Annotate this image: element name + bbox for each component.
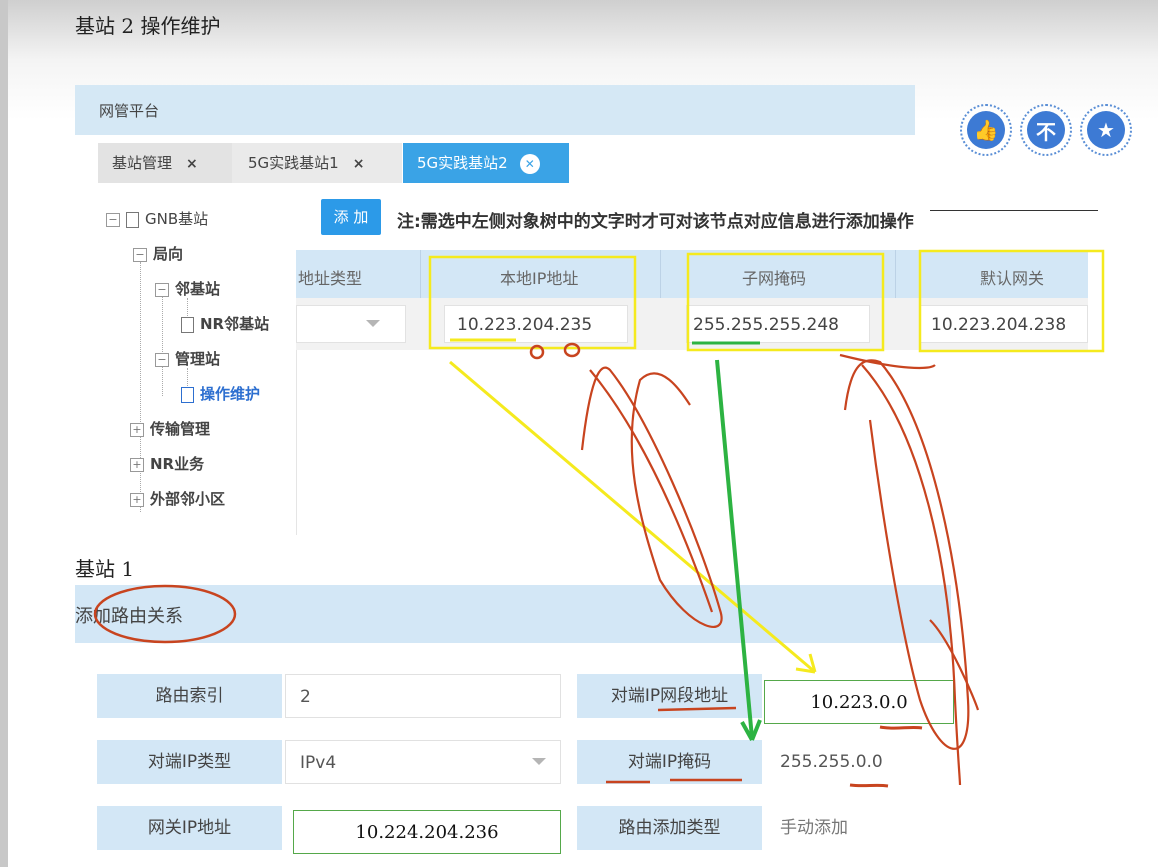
- tab-base-station-management[interactable]: 基站管理 ×: [98, 143, 232, 183]
- tree-node-operation-maintenance[interactable]: 操作维护: [181, 383, 260, 404]
- dislike-button[interactable]: 不: [1020, 104, 1072, 156]
- window-frame-edge: [0, 0, 8, 867]
- tree-label: NR邻基站: [200, 315, 270, 333]
- col-default-gateway: 默认网关: [980, 269, 1045, 288]
- tree-label: NR业务: [150, 455, 205, 473]
- favorite-button[interactable]: ★: [1080, 104, 1132, 156]
- expand-icon[interactable]: +: [130, 492, 144, 507]
- not-icon: 不: [1027, 111, 1065, 149]
- route-index-label: 路由索引: [97, 674, 282, 718]
- close-icon[interactable]: ×: [186, 156, 198, 172]
- close-icon[interactable]: ✕: [519, 153, 540, 174]
- tree-label: 外部邻小区: [150, 490, 226, 508]
- document-icon: [126, 211, 139, 228]
- doc-title: 基站 2 操作维护: [75, 14, 221, 38]
- local-ip-input[interactable]: 10.223.204.235: [444, 305, 628, 343]
- peer-ip-type-select[interactable]: IPv4: [285, 740, 561, 784]
- gateway-ip-label: 网关IP地址: [97, 806, 282, 850]
- tab-5g-station-1[interactable]: 5G实践基站1 ×: [232, 143, 402, 183]
- document-icon: [181, 316, 194, 333]
- document-icon: [181, 386, 194, 403]
- close-icon[interactable]: ×: [353, 156, 365, 172]
- tree-node-external-neighbor-cell[interactable]: + 外部邻小区: [130, 488, 225, 509]
- expand-icon[interactable]: +: [130, 457, 144, 472]
- tree-node-transport[interactable]: + 传输管理: [130, 418, 210, 439]
- subnet-mask-input[interactable]: 255.255.255.248: [686, 305, 870, 343]
- tab-label: 基站管理: [112, 154, 173, 172]
- collapse-icon[interactable]: −: [155, 352, 169, 367]
- address-type-select[interactable]: [296, 305, 406, 343]
- network-platform-title: 网管平台: [99, 102, 160, 120]
- tree-node-nr-service[interactable]: + NR业务: [130, 453, 204, 474]
- chevron-down-icon: [366, 320, 380, 327]
- tree-label: 操作维护: [200, 385, 261, 403]
- route-form-header: 添加路由关系: [75, 585, 951, 643]
- tree-label: 局向: [153, 245, 184, 263]
- peer-ip-type-label: 对端IP类型: [97, 740, 282, 784]
- grid-header: [296, 250, 1088, 298]
- route-index-input[interactable]: 2: [285, 674, 561, 718]
- yellow-arrowhead: [795, 653, 817, 674]
- section-title: 基站 1: [75, 557, 135, 581]
- col-address-type: 地址类型: [298, 269, 363, 288]
- tree-node-direction[interactable]: − 局向: [133, 243, 183, 264]
- pen-underline: [930, 210, 1098, 211]
- default-gateway-input[interactable]: 10.223.204.238: [920, 305, 1088, 343]
- star-icon: ★: [1087, 111, 1125, 149]
- collapse-icon[interactable]: −: [133, 247, 147, 262]
- tab-label: 5G实践基站2: [417, 154, 508, 172]
- network-platform-header: 网管平台: [75, 85, 915, 135]
- route-form-title: 添加路由关系: [75, 606, 183, 627]
- tree-node-gnb[interactable]: − GNB基站: [106, 208, 208, 229]
- collapse-icon[interactable]: −: [106, 212, 120, 227]
- chevron-down-icon: [532, 758, 546, 765]
- expand-icon[interactable]: +: [130, 422, 144, 437]
- peer-ip-mask-label: 对端IP掩码: [577, 740, 762, 784]
- add-button[interactable]: 添 加: [321, 199, 381, 235]
- tree-node-neighbor-station[interactable]: − 邻基站: [155, 278, 220, 299]
- route-add-type-value: 手动添加: [766, 806, 951, 850]
- tree-node-management-station[interactable]: − 管理站: [155, 348, 220, 369]
- green-arrowhead: [740, 719, 762, 741]
- thumbs-up-icon: 👍: [967, 111, 1005, 149]
- selection-note: 注:需选中左侧对象树中的文字时才可对该节点对应信息进行添加操作: [397, 212, 914, 232]
- peer-ip-segment-input[interactable]: 10.223.0.0: [764, 680, 954, 724]
- like-button[interactable]: 👍: [960, 104, 1012, 156]
- tab-5g-station-2[interactable]: 5G实践基站2 ✕: [403, 143, 569, 183]
- gateway-ip-input[interactable]: 10.224.204.236: [293, 810, 561, 854]
- collapse-icon[interactable]: −: [155, 282, 169, 297]
- tab-label: 5G实践基站1: [248, 154, 339, 172]
- tree-guide: [162, 296, 163, 396]
- tree-label: GNB基站: [145, 210, 209, 228]
- peer-ip-mask-input[interactable]: 255.255.0.0: [766, 740, 951, 784]
- col-local-ip: 本地IP地址: [500, 269, 579, 288]
- route-add-type-label: 路由添加类型: [577, 806, 762, 850]
- peer-ip-segment-label: 对端IP网段地址: [577, 674, 762, 718]
- tree-label: 管理站: [175, 350, 221, 368]
- col-subnet-mask: 子网掩码: [742, 269, 807, 288]
- tree-label: 邻基站: [175, 280, 221, 298]
- tree-guide: [140, 262, 141, 512]
- tree-label: 传输管理: [150, 420, 211, 438]
- tree-node-nr-neighbor-station[interactable]: NR邻基站: [181, 313, 269, 334]
